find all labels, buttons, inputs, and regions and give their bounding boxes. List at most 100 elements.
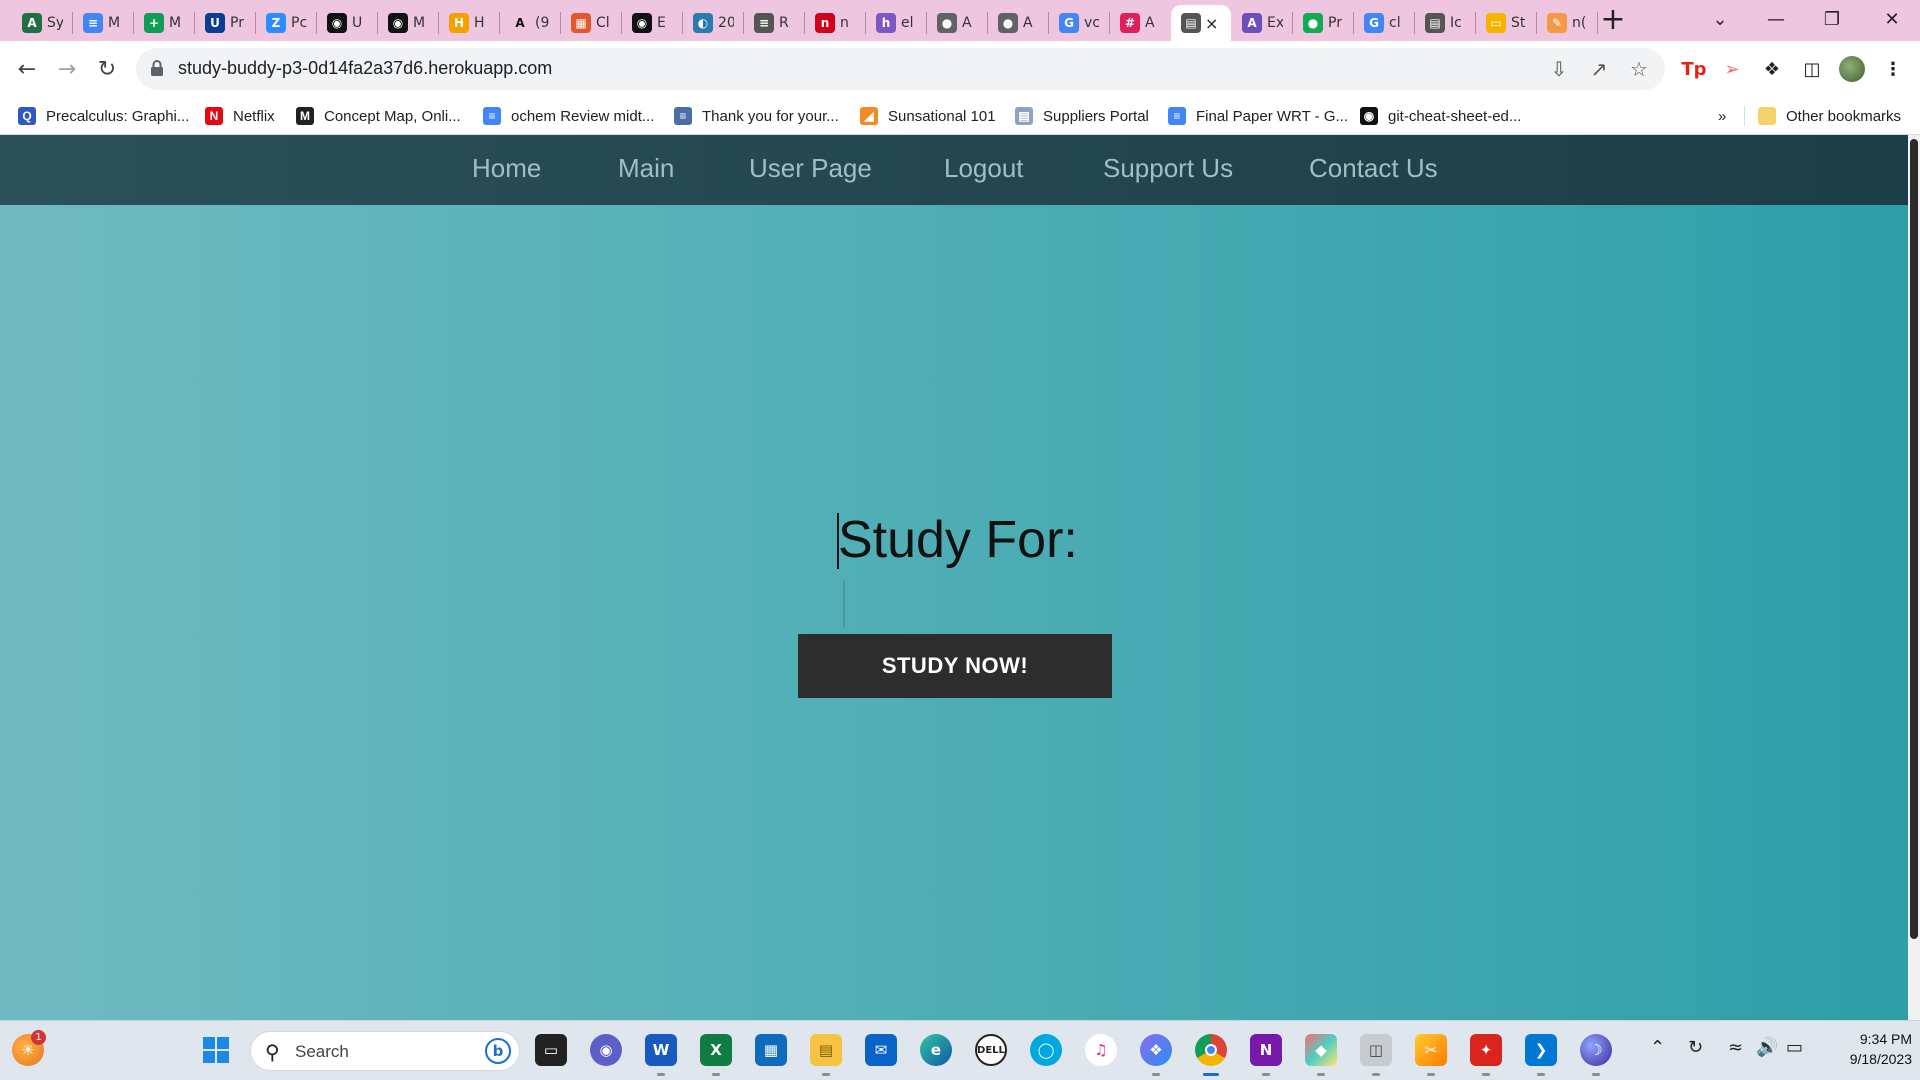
bookmark-item[interactable]: N Netflix: [205, 102, 275, 130]
close-window-icon[interactable]: ✕: [1864, 0, 1920, 41]
system-clock[interactable]: 9:34 PM 9/18/2023: [1812, 1029, 1912, 1069]
microsoft-store-icon[interactable]: ▦: [755, 1034, 787, 1066]
share-icon[interactable]: ↗: [1587, 58, 1611, 82]
dell-icon[interactable]: DELL: [975, 1034, 1007, 1066]
start-windows-icon[interactable]: [200, 1034, 232, 1066]
scrollbar[interactable]: [1908, 135, 1920, 1020]
restore-icon[interactable]: ❐: [1804, 0, 1860, 41]
browser-tab[interactable]: # A: [1110, 5, 1169, 41]
browser-tab[interactable]: ▤ Ic: [1415, 5, 1474, 41]
forward-icon[interactable]: →: [51, 53, 83, 85]
bookmark-item[interactable]: ≡ ochem Review midt...: [483, 102, 654, 130]
browser-tab[interactable]: ● A: [988, 5, 1047, 41]
volume-icon[interactable]: 🔊: [1756, 1037, 1778, 1058]
browser-tab[interactable]: Gcl: [1354, 5, 1413, 41]
browser-tab[interactable]: HH: [439, 5, 498, 41]
bookmark-item[interactable]: Q Precalculus: Graphi...: [18, 102, 189, 130]
app-moon-icon[interactable]: ☽: [1580, 1034, 1612, 1066]
wifi-icon[interactable]: ≈: [1728, 1037, 1743, 1058]
reload-icon[interactable]: ↻: [91, 53, 123, 85]
browser-tab[interactable]: ≡ M: [73, 5, 132, 41]
minimize-icon[interactable]: —: [1748, 0, 1804, 41]
nav-main[interactable]: Main: [618, 153, 674, 184]
battery-icon[interactable]: ▭: [1786, 1037, 1803, 1058]
browser-tab[interactable]: Z Pc: [256, 5, 315, 41]
browser-tab[interactable]: A (9: [500, 5, 559, 41]
acrobat-icon[interactable]: ✦: [1470, 1034, 1502, 1066]
extensions-puzzle-icon[interactable]: ❖: [1758, 55, 1786, 83]
bookmark-item[interactable]: M Concept Map, Onli...: [296, 102, 461, 130]
edge-icon[interactable]: e: [920, 1034, 952, 1066]
browser-tab[interactable]: ◉ E: [622, 5, 681, 41]
chrome-icon[interactable]: [1195, 1034, 1227, 1066]
browser-tab[interactable]: A Sy: [12, 5, 71, 41]
profile-avatar[interactable]: [1838, 55, 1866, 83]
tab-search-chevron-icon[interactable]: ⌄: [1692, 0, 1748, 41]
browser-tab[interactable]: h el: [866, 5, 925, 41]
browser-tab[interactable]: ✎ n(: [1537, 5, 1596, 41]
url-text[interactable]: study-buddy-p3-0d14fa2a37d6.herokuapp.co…: [178, 58, 552, 79]
running-indicator: [1537, 1073, 1545, 1076]
browser-tab[interactable]: ● A: [927, 5, 986, 41]
browser-tab[interactable]: ● Pr: [1293, 5, 1352, 41]
taskbar-search[interactable]: ⚲ Search b: [250, 1031, 520, 1071]
browser-tab[interactable]: A Ex: [1232, 5, 1291, 41]
extension-arrow-icon[interactable]: ➢: [1718, 55, 1746, 83]
bookmark-star-icon[interactable]: ☆: [1627, 58, 1651, 82]
task-view-icon[interactable]: ▭: [535, 1034, 567, 1066]
bookmark-item[interactable]: ◢ Sunsational 101: [860, 102, 996, 130]
browser-tab[interactable]: ▦ Cl: [561, 5, 620, 41]
onenote-icon[interactable]: N: [1250, 1034, 1282, 1066]
notification-badge: 1: [31, 1030, 46, 1045]
slack-icon: #: [1120, 13, 1140, 33]
address-bar[interactable]: study-buddy-p3-0d14fa2a37d6.herokuapp.co…: [136, 48, 1665, 90]
running-indicator: [657, 1073, 665, 1076]
mail-icon[interactable]: ✉: [865, 1034, 897, 1066]
browser-tab[interactable]: + M: [134, 5, 193, 41]
bookmark-item[interactable]: ≡ Final Paper WRT - G...: [1168, 102, 1348, 130]
study-now-button[interactable]: STUDY NOW!: [798, 634, 1112, 698]
other-bookmarks[interactable]: Other bookmarks: [1758, 102, 1901, 130]
nav-home[interactable]: Home: [472, 153, 541, 184]
bookmark-item[interactable]: ▤ Suppliers Portal: [1015, 102, 1149, 130]
browser-tab[interactable]: ◐ 20: [683, 5, 742, 41]
browser-tab[interactable]: ◉ U: [317, 5, 376, 41]
back-icon[interactable]: ←: [11, 53, 43, 85]
vscode-icon[interactable]: ❯: [1525, 1034, 1557, 1066]
browser-tab[interactable]: ≡ R: [744, 5, 803, 41]
browser-tab[interactable]: U Pr: [195, 5, 254, 41]
bookmarks-overflow-icon[interactable]: »: [1718, 102, 1726, 130]
tab-favicon-icon: n: [815, 13, 835, 33]
study-topic-input[interactable]: [843, 580, 1083, 628]
nav-logout[interactable]: Logout: [944, 153, 1024, 184]
sync-icon[interactable]: ↻: [1688, 1037, 1703, 1058]
browser-tab[interactable]: ▤ ×: [1171, 5, 1231, 41]
chevron-up-icon[interactable]: ⌃: [1650, 1037, 1665, 1058]
browser-tab[interactable]: nn: [805, 5, 864, 41]
nav-support-us[interactable]: Support Us: [1103, 153, 1233, 184]
side-panel-icon[interactable]: ◫: [1798, 55, 1826, 83]
install-icon[interactable]: ⇩: [1547, 58, 1571, 82]
browser-tab[interactable]: ◉ M: [378, 5, 437, 41]
nav-contact-us[interactable]: Contact Us: [1309, 153, 1438, 184]
file-explorer-icon[interactable]: ▤: [810, 1034, 842, 1066]
browser-tab[interactable]: ▭ St: [1476, 5, 1535, 41]
bookmark-item[interactable]: ≡ Thank you for your...: [674, 102, 839, 130]
alexa-icon[interactable]: ◯: [1030, 1034, 1062, 1066]
nav-user-page[interactable]: User Page: [749, 153, 872, 184]
menu-kebab-icon[interactable]: ⋮: [1879, 55, 1907, 83]
browser-tab[interactable]: Gvc: [1049, 5, 1108, 41]
snip-tool-icon[interactable]: ✂: [1415, 1034, 1447, 1066]
itunes-icon[interactable]: ♫: [1085, 1034, 1117, 1066]
scrollbar-thumb[interactable]: [1910, 139, 1918, 939]
excel-icon[interactable]: X: [700, 1034, 732, 1066]
new-tab-icon[interactable]: +: [1598, 5, 1628, 36]
copilot-icon[interactable]: ❖: [1140, 1034, 1172, 1066]
teams-chat-icon[interactable]: ◉: [590, 1034, 622, 1066]
photos-icon[interactable]: ◆: [1305, 1034, 1337, 1066]
database-icon[interactable]: ◫: [1360, 1034, 1392, 1066]
close-tab-icon[interactable]: ×: [1205, 14, 1218, 33]
bookmark-item[interactable]: ◉ git-cheat-sheet-ed...: [1360, 102, 1521, 130]
tp-extension-icon[interactable]: Tp: [1680, 55, 1708, 83]
word-icon[interactable]: W: [645, 1034, 677, 1066]
